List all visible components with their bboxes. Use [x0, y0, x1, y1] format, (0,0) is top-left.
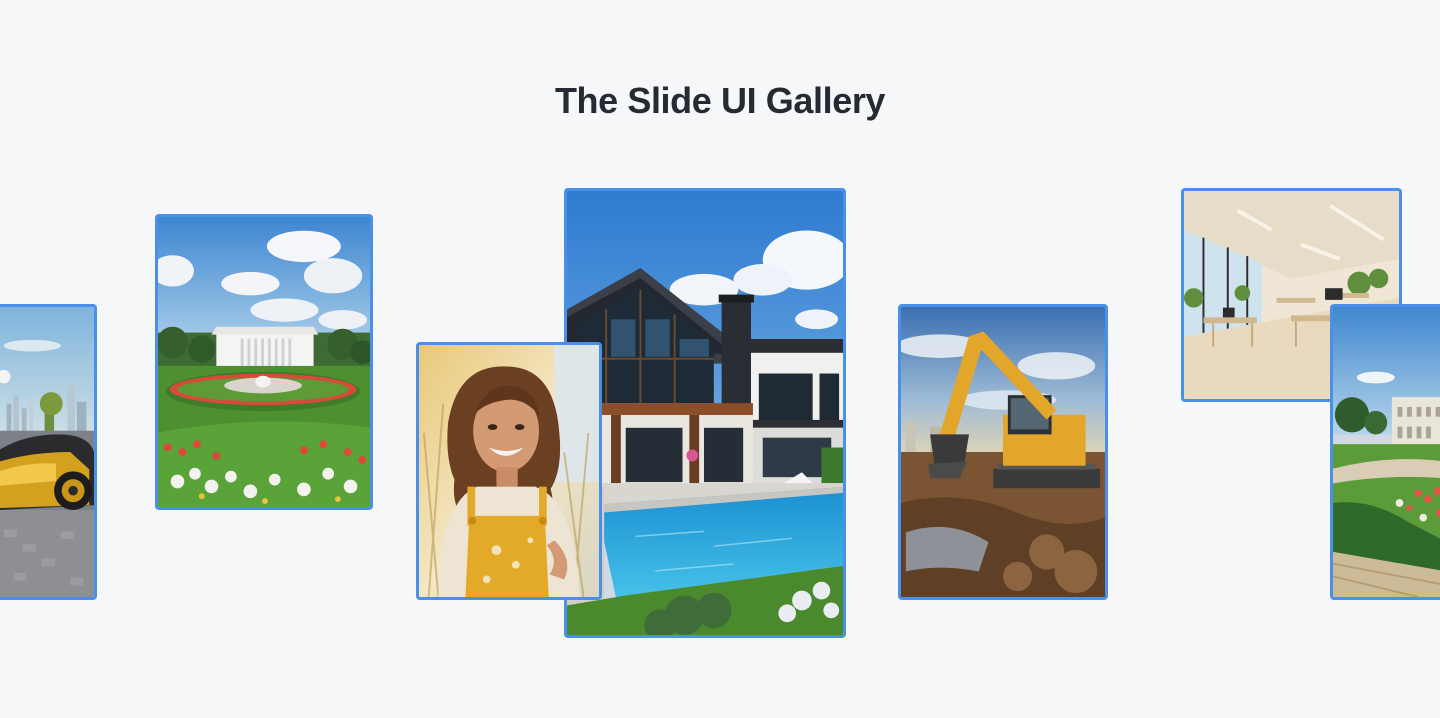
- smiling-woman-image: [419, 345, 599, 597]
- gallery-slide-mansion[interactable]: [1330, 304, 1440, 600]
- page-title: The Slide UI Gallery: [554, 80, 886, 121]
- mansion-garden-image: [1333, 307, 1440, 597]
- gallery-slide-excavator[interactable]: [898, 304, 1108, 600]
- gallery-slide-sports-car[interactable]: [0, 304, 97, 600]
- gallery-slide-modern-house[interactable]: [564, 188, 846, 638]
- excavator-image: [901, 307, 1105, 597]
- gallery-slide-woman-portrait[interactable]: [416, 342, 602, 600]
- gallery-slide-white-house[interactable]: [155, 214, 373, 510]
- sports-car-image: [0, 307, 94, 597]
- white-house-garden-image: [158, 217, 370, 507]
- modern-house-pool-image: [567, 191, 843, 635]
